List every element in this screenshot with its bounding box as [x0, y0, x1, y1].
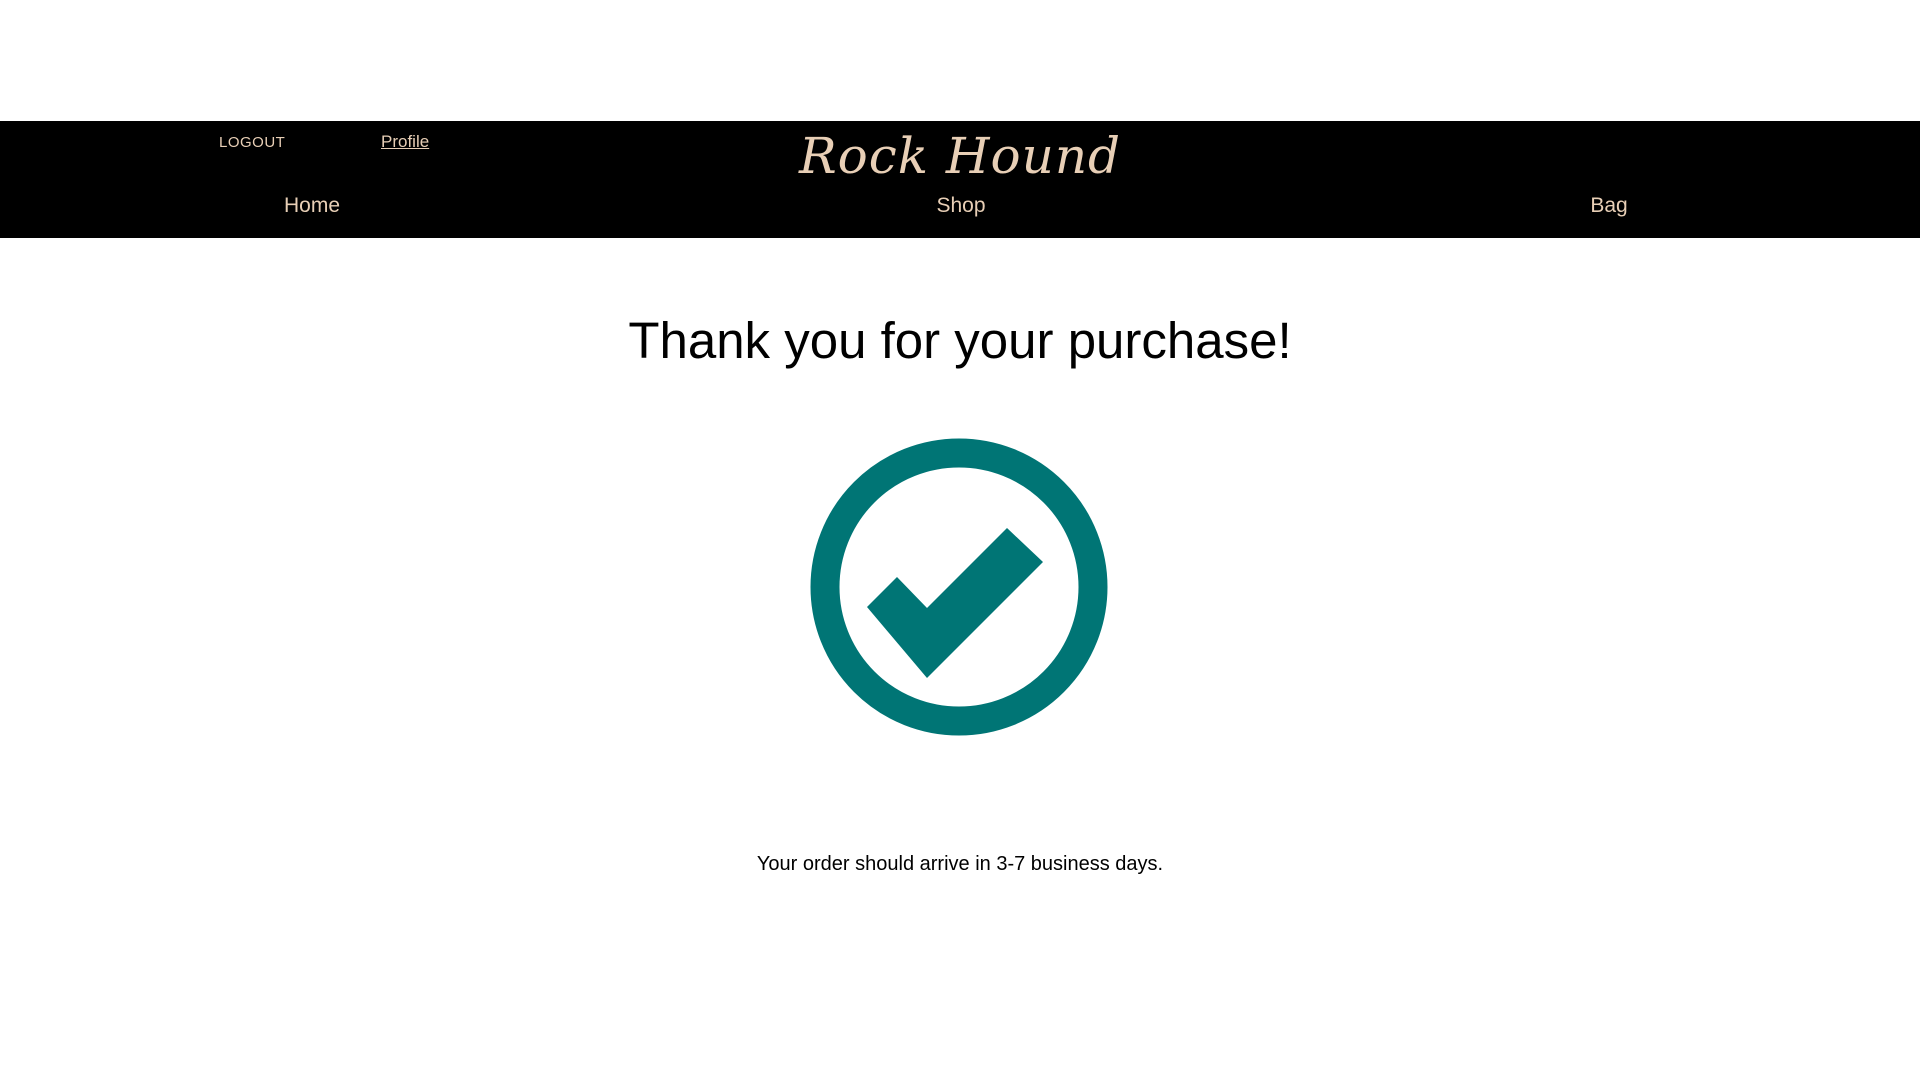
nav-bag[interactable]: Bag [1509, 194, 1709, 218]
page: LOGOUT Profile Rock Hound Home Shop Bag … [0, 0, 1920, 1080]
delivery-message: Your order should arrive in 3-7 business… [756, 853, 1164, 875]
nav-shop[interactable]: Shop [861, 194, 1061, 218]
navbar: LOGOUT Profile Rock Hound Home Shop Bag [0, 121, 1920, 238]
brand-logo[interactable]: Rock Hound [0, 131, 1920, 181]
check-circle-icon [809, 437, 1109, 737]
page-title: Thank you for your purchase! [628, 312, 1292, 369]
nav-home[interactable]: Home [212, 194, 412, 218]
